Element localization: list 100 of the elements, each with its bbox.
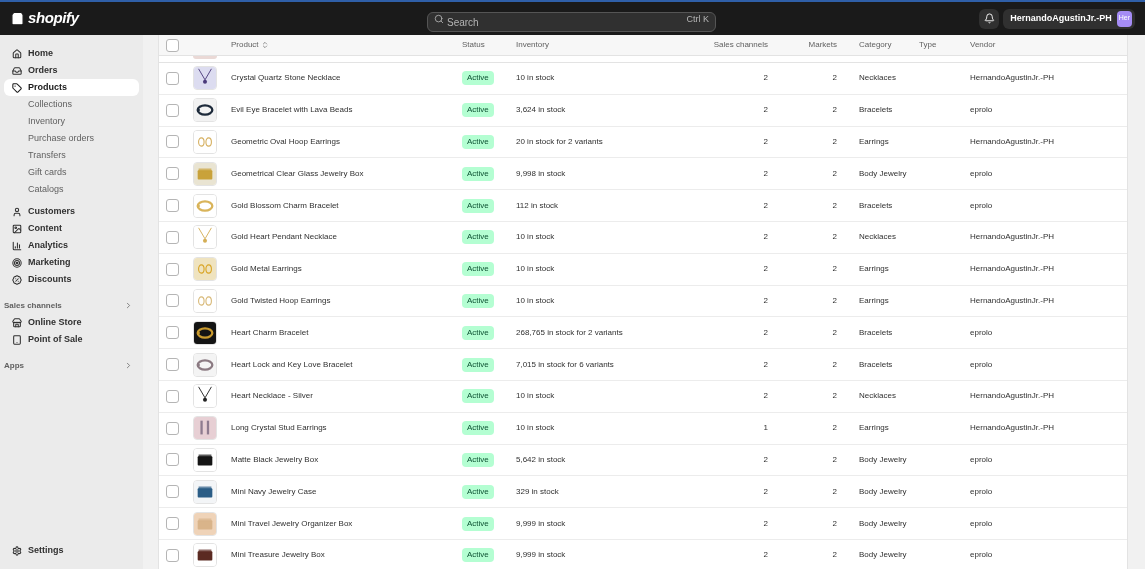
product-name[interactable]: Heart Charm Bracelet	[231, 327, 309, 337]
checkbox[interactable]	[166, 517, 179, 531]
nav-item[interactable]: Products	[4, 79, 139, 96]
table-row[interactable]: Matte Black Jewelry Box Active 5,642 in stock 2 2 Body Jewelry eprolo	[159, 444, 1127, 477]
checkbox[interactable]	[166, 326, 179, 340]
table-cell: 10 in stock	[516, 391, 555, 401]
nav-item[interactable]: Analytics	[4, 237, 139, 254]
product-name[interactable]: Heart Lock and Key Love Bracelet	[231, 359, 353, 369]
status-badge: Active	[462, 166, 494, 181]
nav-item[interactable]: Customers	[4, 203, 139, 220]
nav-subitem[interactable]: Transfers	[4, 147, 139, 164]
table-cell: 3,624 in stock	[516, 105, 566, 115]
product-name[interactable]: Long Crystal Stud Earrings	[231, 423, 327, 433]
nav-item[interactable]: Orders	[4, 62, 139, 79]
table-row[interactable]: Heart Necklace - Silver Active 10 in stock 2 2 Necklaces HernandoAgustinJr.-PH	[159, 380, 1127, 413]
notifications-button[interactable]	[979, 8, 1000, 29]
nav-subitem[interactable]: Inventory	[4, 113, 139, 130]
nav-item[interactable]: Point of Sale	[4, 331, 139, 348]
percent-badge-icon	[12, 274, 22, 285]
product-name[interactable]: Gold Metal Earrings	[231, 264, 302, 274]
checkbox[interactable]	[166, 358, 179, 372]
nav-subitem[interactable]: Collections	[4, 96, 139, 113]
product-name[interactable]: Gold Blossom Charm Bracelet	[231, 200, 339, 210]
nav-item[interactable]: Discounts	[4, 271, 139, 288]
logo[interactable]: shopify	[28, 7, 79, 30]
product-name[interactable]: Matte Black Jewelry Box	[231, 454, 319, 464]
home-icon	[12, 48, 22, 59]
product-name[interactable]: Evil Eye Bracelet with Lava Beads	[231, 105, 353, 115]
column-header: Type	[919, 39, 938, 51]
checkbox[interactable]	[166, 230, 179, 244]
table-row[interactable]: Mini Navy Jewelry Case Active 329 in stock 2 2 Body Jewelry eprolo	[159, 476, 1127, 509]
checkbox[interactable]	[166, 135, 179, 149]
table-row[interactable]: Long Crystal Stud Earrings Active 10 in stock 1 2 Earrings HernandoAgustinJr.-PH	[159, 412, 1127, 445]
product-name[interactable]: Crystal Quartz Stone Necklace	[231, 73, 341, 83]
section-header[interactable]: Sales channels	[4, 297, 139, 314]
product-name[interactable]: Heart Necklace - Silver	[231, 391, 313, 401]
product-name[interactable]: Mini Travel Jewelry Organizer Box	[231, 518, 353, 528]
table-cell: 20 in stock for 2 variants	[516, 137, 603, 146]
column-header[interactable]: Product	[219, 39, 462, 51]
table-cell: 2	[763, 518, 768, 528]
nav-item[interactable]: Marketing	[4, 254, 139, 271]
table-cell: 9,999 in stock	[516, 550, 566, 560]
table-row[interactable]: Heart Lock and Key Love Bracelet Active 7,015 in stock for 6 variants 2 2 Bracelets eprolo	[159, 349, 1127, 381]
table-cell: 9,998 in stock	[516, 168, 566, 178]
table-row[interactable]: Mini Travel Jewelry Organizer Box Active 9,999 in stock 2 2 Body Jewelry eprolo	[159, 508, 1127, 540]
checkbox[interactable]	[166, 548, 179, 562]
table-row[interactable]: Gold Metal Earrings Active 10 in stock 2 2 Earrings HernandoAgustinJr.-PH	[159, 253, 1127, 286]
settings-link[interactable]: Settings	[4, 542, 139, 559]
table-row[interactable]: Evil Eye Bracelet with Lava Beads Active 3,624 in stock 2 2 Bracelets eprolo	[159, 94, 1127, 127]
nav-subitem[interactable]: Catalogs	[4, 181, 139, 198]
nav-item[interactable]: Content	[4, 220, 139, 237]
product-name[interactable]: Mini Treasure Jewelry Box	[231, 550, 325, 560]
checkbox[interactable]	[166, 453, 179, 467]
table-cell: Bracelets	[859, 359, 893, 369]
checkbox[interactable]	[166, 38, 179, 52]
nav-item[interactable]: Online Store	[4, 314, 139, 331]
table-row[interactable]: Gold Heart Pendant Necklace Active 10 in stock 2 2 Necklaces HernandoAgustinJr.-PH	[159, 222, 1127, 254]
account-name: HernandoAgustinJr.-PH	[1010, 11, 1112, 25]
checkbox[interactable]	[166, 294, 179, 308]
status-badge: Active	[462, 389, 494, 404]
product-name[interactable]: Geometrical Clear Glass Jewelry Box	[231, 168, 364, 178]
nav-subitem[interactable]: Gift cards	[4, 164, 139, 181]
product-name[interactable]: Gold Twisted Hoop Earrings	[231, 295, 331, 305]
table-cell: Earrings	[859, 423, 889, 433]
checkbox[interactable]	[166, 421, 179, 435]
target-icon	[12, 257, 22, 268]
table-row[interactable]: Geometrical Clear Glass Jewelry Box Active 9,998 in stock 2 2 Body Jewelry eprolo	[159, 158, 1127, 191]
nav-item[interactable]: Home	[4, 45, 139, 62]
table-row[interactable]: Heart Charm Bracelet Active 268,765 in stock for 2 variants 2 2 Bracelets eprolo	[159, 317, 1127, 350]
nav-subitem[interactable]: Purchase orders	[4, 130, 139, 147]
status-badge: Active	[462, 421, 494, 436]
checkbox[interactable]	[166, 167, 179, 181]
table-row[interactable]: Gold Blossom Charm Bracelet Active 112 in stock 2 2 Bracelets eprolo	[159, 190, 1127, 222]
table-cell: eprolo	[970, 359, 993, 369]
checkbox[interactable]	[166, 71, 179, 85]
table-cell: 7,015 in stock for 6 variants	[516, 359, 614, 369]
status-badge: Active	[462, 71, 494, 86]
column-header: Status	[462, 39, 486, 51]
section-header[interactable]: Apps	[4, 357, 139, 374]
checkbox[interactable]	[166, 199, 179, 213]
table-cell: Earrings	[859, 295, 889, 305]
product-name[interactable]: Gold Heart Pendant Necklace	[231, 232, 337, 242]
table-row[interactable]: Mini Treasure Jewelry Box Active 9,999 in stock 2 2 Body Jewelry eprolo	[159, 539, 1127, 569]
table-row[interactable]: Geometric Oval Hoop Earrings Active 20 in stock for 2 variants 2 2 Earrings HernandoAgustinJr.-PH	[159, 126, 1127, 159]
checkbox[interactable]	[166, 103, 179, 117]
table-cell: 2	[763, 200, 768, 210]
table-cell: 2	[763, 327, 768, 337]
bar-chart-icon	[12, 240, 22, 251]
product-name[interactable]: Mini Navy Jewelry Case	[231, 486, 317, 496]
table-row[interactable]: Gold Twisted Hoop Earrings Active 10 in stock 2 2 Earrings HernandoAgustinJr.-PH	[159, 285, 1127, 318]
table-cell: 2	[832, 454, 837, 464]
checkbox[interactable]	[166, 389, 179, 403]
table-cell: Body Jewelry	[859, 454, 907, 464]
checkbox[interactable]	[166, 262, 179, 276]
product-name[interactable]: Geometric Oval Hoop Earrings	[231, 137, 340, 146]
table-cell: 2	[832, 486, 837, 496]
checkbox[interactable]	[166, 485, 179, 499]
table-row[interactable]: Crystal Quartz Stone Necklace Active 10 in stock 2 2 Necklaces HernandoAgustinJr.-PH	[159, 63, 1127, 95]
table-cell: eprolo	[970, 200, 993, 210]
table-cell: 2	[763, 168, 768, 178]
